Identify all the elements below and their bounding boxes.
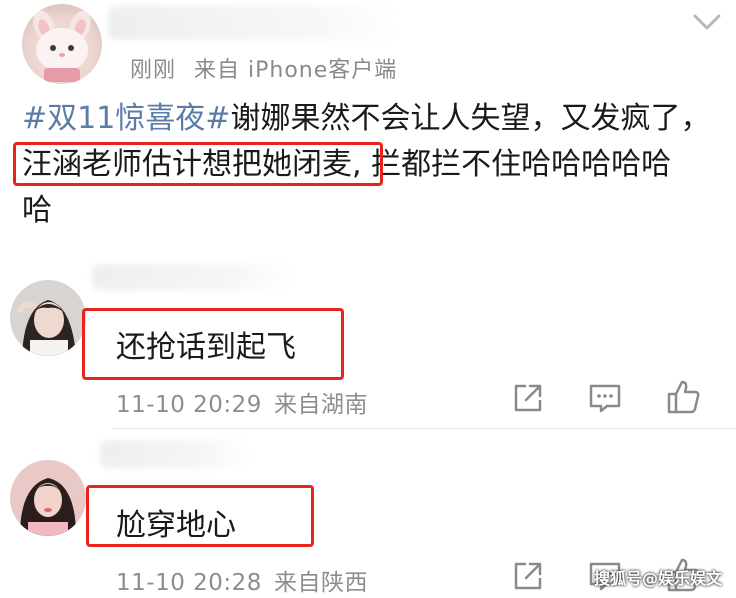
post-text-line3: 哈 bbox=[22, 193, 52, 228]
comment-1-text: 还抢话到起飞 bbox=[116, 330, 296, 365]
comment-1-time: 11-10 20:29 bbox=[116, 392, 262, 418]
comment-1-avatar[interactable] bbox=[10, 280, 86, 356]
post-time: 刚刚 bbox=[130, 58, 177, 83]
comment-icon[interactable] bbox=[587, 380, 623, 416]
post-text-line1: 谢娜果然不会让人失望，又发疯了， bbox=[230, 101, 711, 136]
watermark: 搜狐号@娱乐娱文 bbox=[593, 569, 722, 588]
comment-2-avatar[interactable] bbox=[10, 460, 86, 536]
comment-2-time: 11-10 20:28 bbox=[116, 570, 262, 596]
post-meta: 刚刚 来自 iPhone客户端 bbox=[130, 52, 397, 84]
comment-1-source: 来自湖南 bbox=[273, 392, 368, 418]
share-icon[interactable] bbox=[510, 380, 546, 416]
plush-cat-avatar-image bbox=[33, 10, 91, 82]
post-source: 来自 iPhone客户端 bbox=[194, 58, 398, 83]
hashtag-link[interactable]: #双11惊喜夜# bbox=[22, 101, 230, 136]
comment-2-text: 尬穿地心 bbox=[116, 508, 236, 543]
comment-1-meta: 11-10 20:29 来自湖南 bbox=[116, 385, 368, 419]
share-icon[interactable] bbox=[510, 558, 546, 594]
comment-divider bbox=[112, 428, 736, 429]
comment-2-meta: 11-10 20:28 来自陕西 bbox=[116, 563, 368, 597]
poster-name-blurred bbox=[108, 6, 398, 40]
poster-avatar[interactable] bbox=[22, 4, 102, 84]
comment-2-name-blurred bbox=[100, 440, 250, 468]
comment-2-source: 来自陕西 bbox=[273, 570, 368, 596]
highlight-box-post bbox=[13, 142, 383, 186]
more-chevron-icon[interactable] bbox=[690, 8, 724, 36]
post-text-line2-tail: 拦都拦不住哈哈哈哈哈 bbox=[371, 147, 672, 182]
like-icon[interactable] bbox=[665, 378, 701, 414]
comment-1-name-blurred bbox=[92, 264, 292, 290]
girl-avatar-image bbox=[10, 460, 86, 536]
girl-avatar-image bbox=[10, 280, 86, 356]
